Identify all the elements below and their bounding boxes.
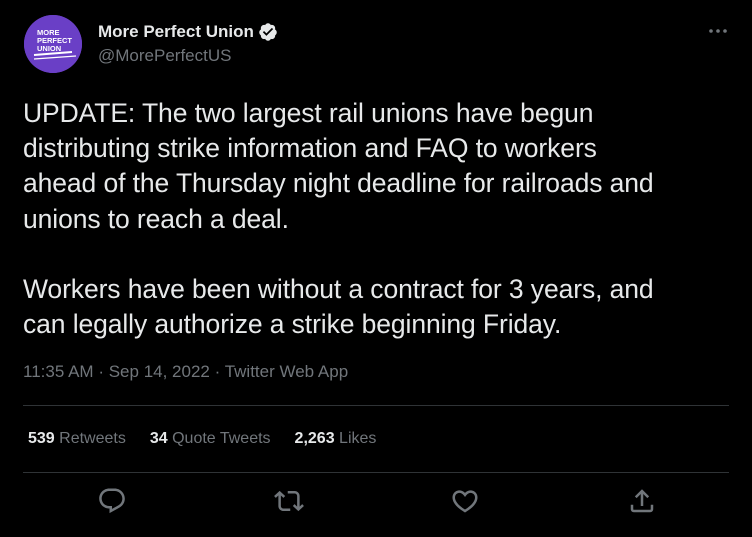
- avatar-logo: MORE PERFECT UNION: [24, 15, 82, 73]
- avatar[interactable]: MORE PERFECT UNION: [24, 15, 82, 73]
- quote-tweets-label: Quote Tweets: [172, 430, 271, 447]
- tweet-time[interactable]: 11:35 AM: [23, 362, 94, 381]
- tweet-stats: 539 Retweets 34 Quote Tweets 2,263 Likes: [28, 430, 400, 448]
- tweet-text: UPDATE: The two largest rail unions have…: [23, 98, 654, 340]
- divider: [23, 472, 729, 473]
- display-name[interactable]: More Perfect Union: [98, 22, 254, 42]
- likes-label: Likes: [339, 430, 377, 447]
- likes-count: 2,263: [294, 430, 335, 447]
- share-button[interactable]: [627, 486, 657, 516]
- likes-stat[interactable]: 2,263 Likes: [295, 430, 377, 448]
- retweets-label: Retweets: [59, 430, 126, 447]
- meta-separator: ·: [214, 362, 221, 381]
- tweet-meta: 11:35 AM · Sep 14, 2022 · Twitter Web Ap…: [23, 362, 348, 382]
- more-options-icon: [709, 29, 727, 33]
- retweets-count: 539: [28, 430, 55, 447]
- tweet-detail: MORE PERFECT UNION More Perfect Union @M…: [0, 0, 752, 537]
- quote-tweets-count: 34: [149, 430, 168, 447]
- verified-badge-icon: [259, 23, 277, 41]
- divider: [23, 405, 729, 406]
- tweet-date[interactable]: Sep 14, 2022: [109, 362, 210, 381]
- reply-button[interactable]: [97, 486, 127, 516]
- retweet-button[interactable]: [274, 486, 304, 516]
- tweet-actions: [0, 486, 752, 516]
- quote-tweets-stat[interactable]: 34 Quote Tweets: [150, 430, 271, 448]
- retweet-icon: [274, 490, 304, 512]
- author-name-row[interactable]: More Perfect Union: [98, 21, 278, 43]
- more-options-button[interactable]: [704, 20, 732, 42]
- tweet-source[interactable]: Twitter Web App: [225, 362, 348, 381]
- reply-icon: [99, 488, 125, 514]
- share-icon: [630, 489, 654, 513]
- heart-icon: [452, 490, 478, 513]
- svg-text:UNION: UNION: [37, 44, 61, 53]
- like-button[interactable]: [450, 486, 480, 516]
- meta-separator: ·: [98, 362, 104, 381]
- retweets-stat[interactable]: 539 Retweets: [28, 430, 126, 448]
- author-handle[interactable]: @MorePerfectUS: [98, 46, 231, 66]
